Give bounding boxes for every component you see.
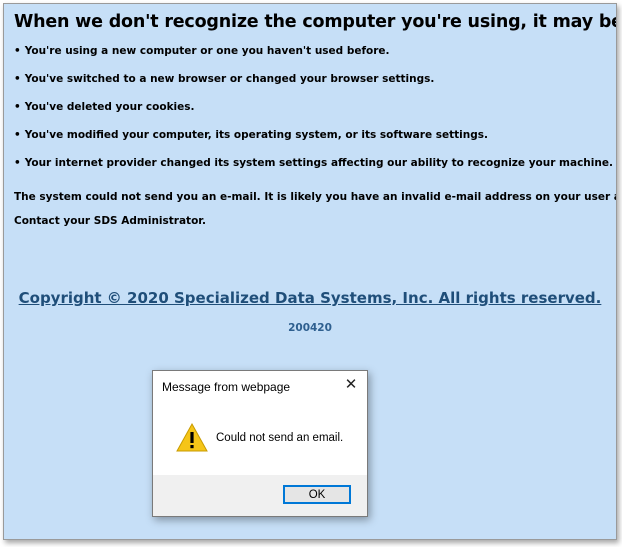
copyright-link[interactable]: Copyright © 2020 Specialized Data System… <box>4 289 616 307</box>
reason-text: You've switched to a new browser or chan… <box>24 73 435 85</box>
email-error-notice: The system could not send you an e-mail.… <box>14 191 617 203</box>
reason-text: You're using a new computer or one you h… <box>24 45 390 57</box>
bullet: • <box>14 101 21 113</box>
list-item: • Your internet provider changed its syst… <box>14 156 613 184</box>
list-item: • You've switched to a new browser or cha… <box>14 72 613 100</box>
contact-admin-text: Contact your SDS Administrator. <box>14 215 206 227</box>
reasons-list: • You're using a new computer or one you … <box>14 44 613 184</box>
close-icon[interactable]: ✕ <box>341 375 361 395</box>
list-item: • You've deleted your cookies. <box>14 100 613 128</box>
list-item: • You're using a new computer or one you … <box>14 44 613 72</box>
bullet: • <box>14 73 21 85</box>
bullet: • <box>14 129 21 141</box>
list-item: • You've modified your computer, its oper… <box>14 128 613 156</box>
bullet: • <box>14 157 21 169</box>
dialog-body: Could not send an email. <box>153 401 367 475</box>
reason-text: Your internet provider changed its syste… <box>24 157 613 169</box>
dialog-title: Message from webpage <box>162 380 291 394</box>
reason-text: You've deleted your cookies. <box>24 101 195 113</box>
reason-text: You've modified your computer, its opera… <box>24 129 488 141</box>
page-frame: When we don't recognize the computer you… <box>3 3 617 540</box>
warning-icon <box>176 422 208 452</box>
page-heading: When we don't recognize the computer you… <box>14 12 616 32</box>
build-number: 200420 <box>288 322 332 334</box>
message-dialog: Message from webpage ✕ Could not send an… <box>152 370 368 517</box>
bullet: • <box>14 45 21 57</box>
dialog-message: Could not send an email. <box>216 432 344 444</box>
dialog-footer: OK <box>153 475 367 516</box>
ok-button[interactable]: OK <box>283 485 351 504</box>
